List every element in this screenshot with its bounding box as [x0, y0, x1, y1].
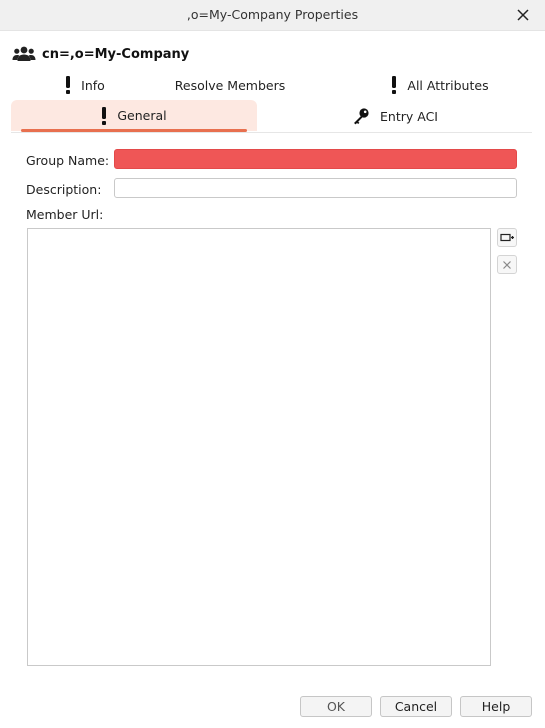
- tab-entry-aci-label: Entry ACI: [380, 108, 438, 124]
- tab-info[interactable]: Info: [20, 70, 150, 100]
- tab-info-label: Info: [81, 77, 105, 93]
- add-entry-icon: [500, 233, 514, 241]
- group-name-label: Group Name:: [26, 153, 110, 168]
- add-member-url-button[interactable]: [497, 228, 517, 247]
- close-button[interactable]: [509, 3, 537, 27]
- ok-button[interactable]: OK: [300, 696, 372, 717]
- tab-resolve-members[interactable]: Resolve Members: [150, 70, 310, 100]
- entry-header: cn=,o=My-Company: [12, 45, 189, 63]
- help-button[interactable]: Help: [460, 696, 532, 717]
- tab-entry-aci[interactable]: Entry ACI: [280, 101, 510, 131]
- group-name-field[interactable]: [114, 149, 517, 169]
- tab-all-attributes[interactable]: All Attributes: [360, 70, 520, 100]
- tabs-divider: [11, 132, 532, 133]
- member-url-list[interactable]: [27, 228, 491, 666]
- close-icon: [517, 9, 529, 21]
- member-url-label: Member Url:: [26, 207, 104, 222]
- description-field[interactable]: [114, 178, 517, 198]
- window-title: ,o=My-Company Properties: [186, 7, 359, 22]
- tab-general-label: General: [117, 108, 167, 123]
- tab-resolve-members-label: Resolve Members: [174, 77, 286, 93]
- group-icon: [12, 46, 36, 61]
- exclamation-icon: [66, 76, 71, 94]
- exclamation-icon: [392, 76, 397, 94]
- description-label: Description:: [26, 182, 102, 197]
- cancel-button[interactable]: Cancel: [380, 696, 452, 717]
- key-icon: [354, 108, 369, 125]
- exclamation-icon: [102, 106, 107, 125]
- remove-icon: [503, 260, 511, 269]
- title-bar: ,o=My-Company Properties: [0, 0, 545, 31]
- tab-general[interactable]: General: [11, 100, 257, 131]
- tab-all-attributes-label: All Attributes: [407, 77, 489, 93]
- entry-title: cn=,o=My-Company: [42, 46, 190, 62]
- remove-member-url-button[interactable]: [497, 255, 517, 274]
